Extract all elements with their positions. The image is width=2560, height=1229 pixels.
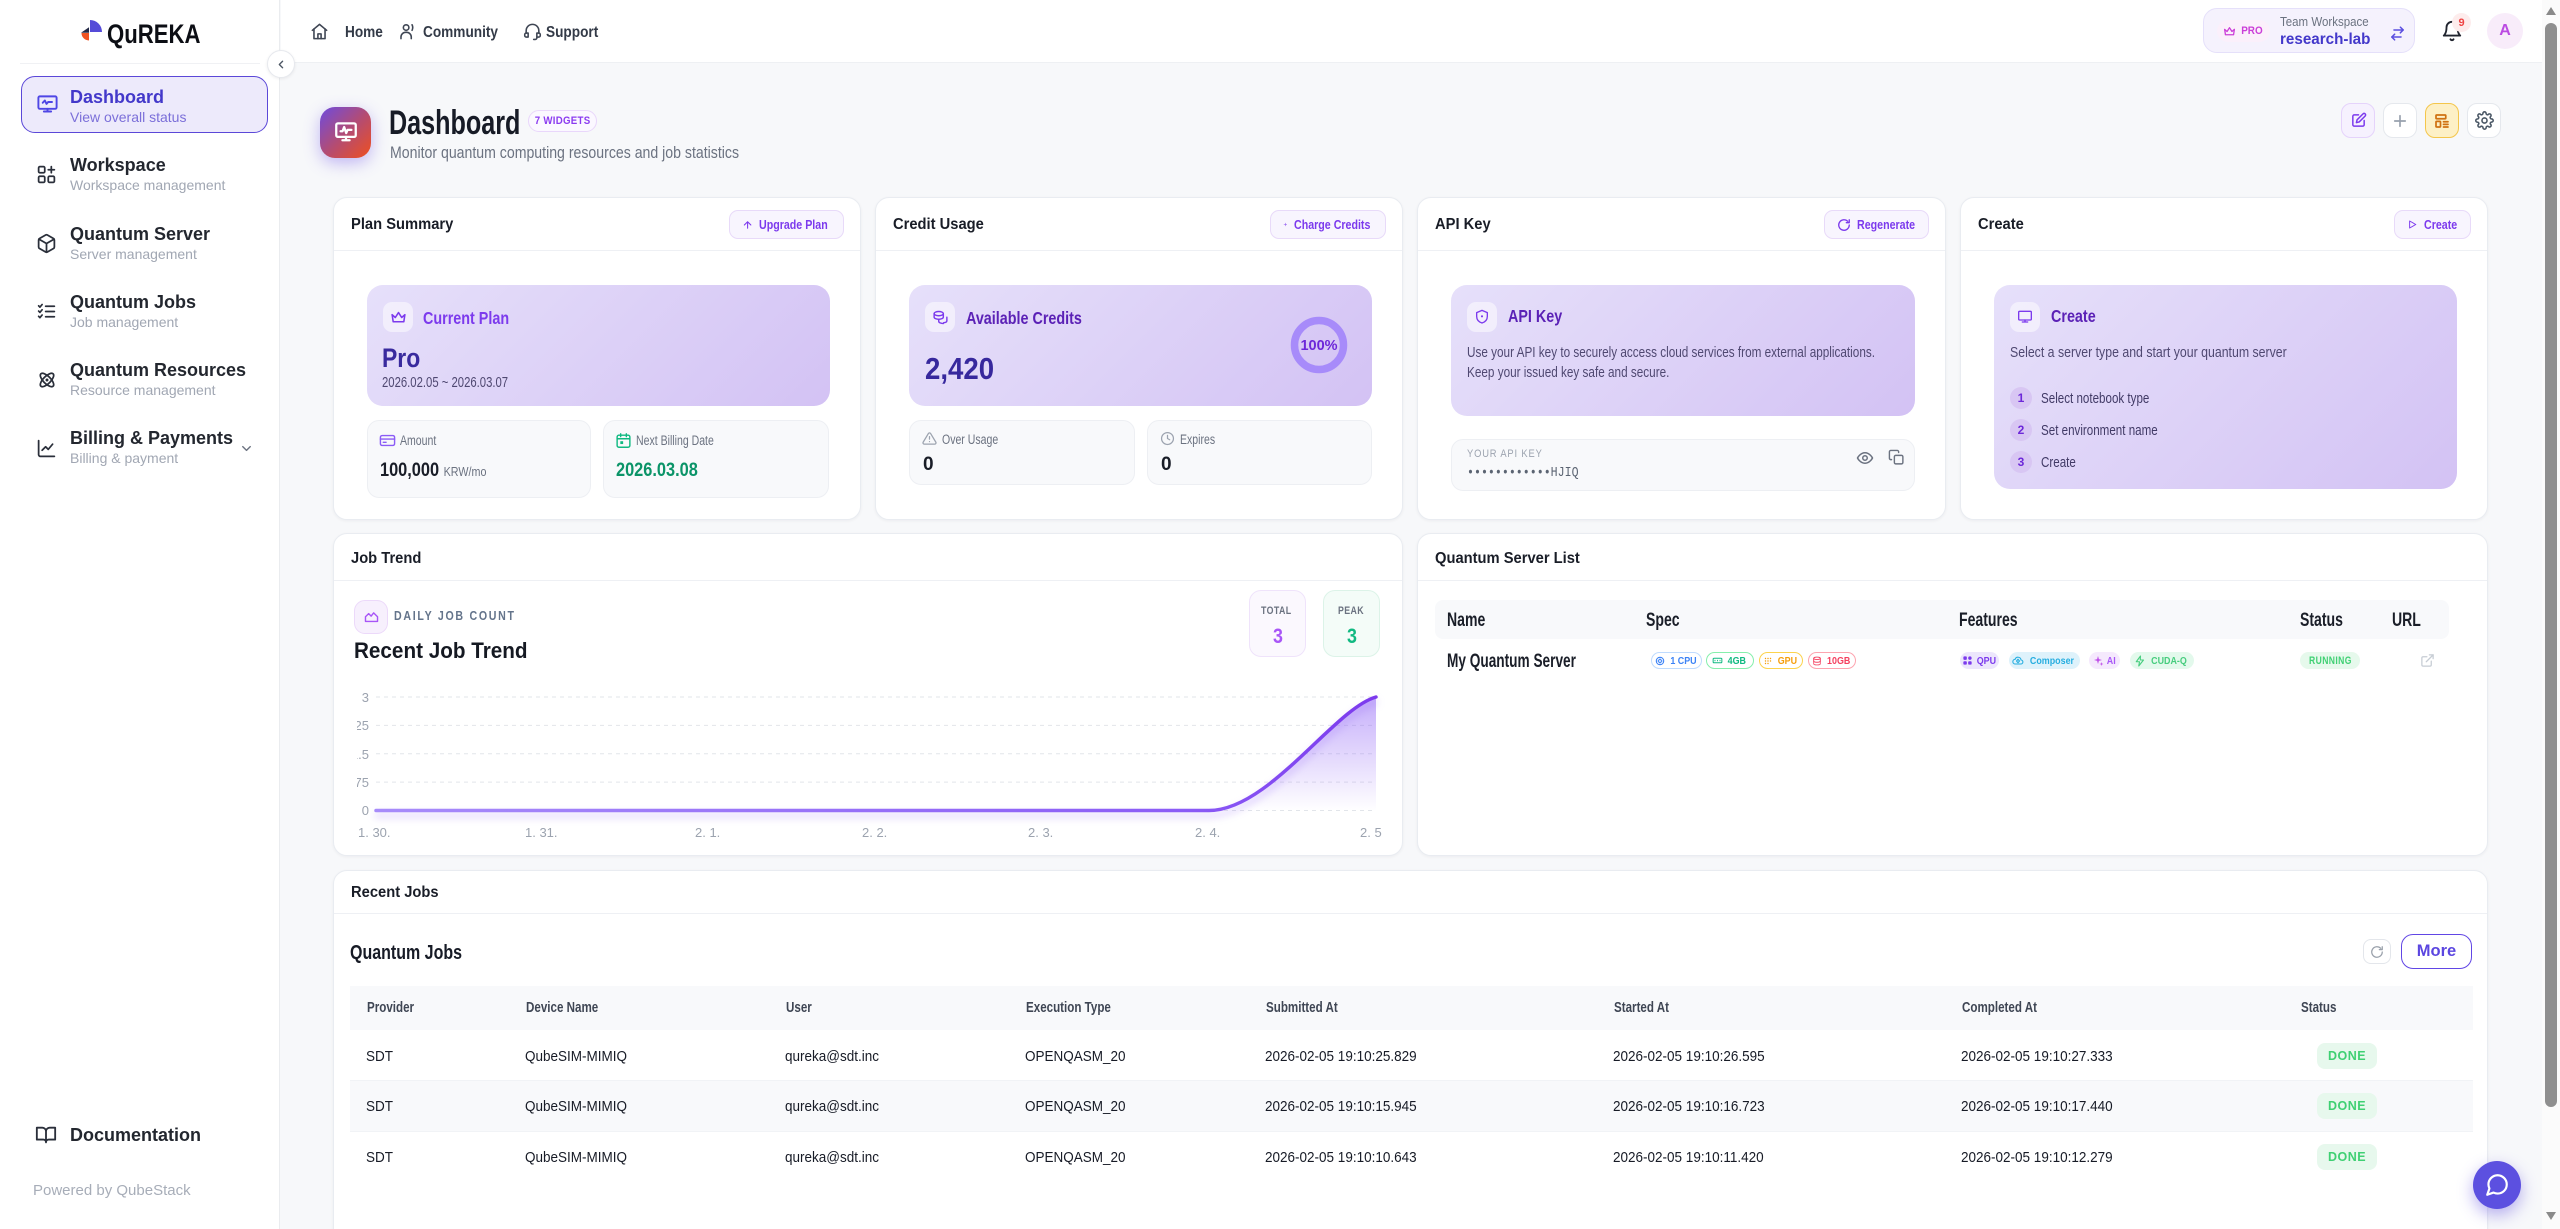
svg-text:100%: 100%	[1300, 338, 1337, 354]
